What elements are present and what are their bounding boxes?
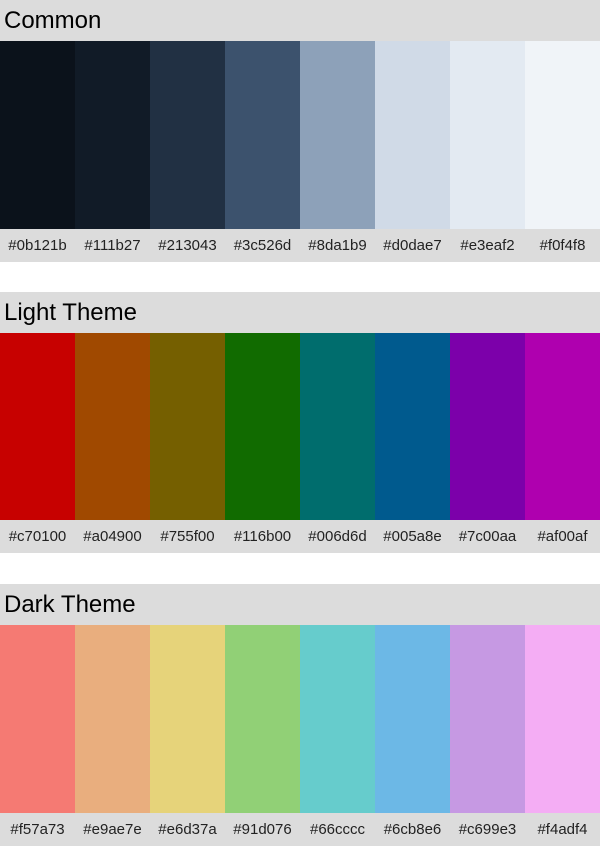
swatch-hex-label: #66cccc xyxy=(300,813,375,846)
color-swatch: #66cccc xyxy=(300,625,375,846)
swatch-row: #0b121b #111b27 #213043 #3c526d #8da1b9 … xyxy=(0,41,600,262)
color-swatch: #8da1b9 xyxy=(300,41,375,262)
color-swatch: #213043 xyxy=(150,41,225,262)
swatch-color xyxy=(375,333,450,520)
color-swatch: #005a8e xyxy=(375,333,450,553)
color-swatch: #006d6d xyxy=(300,333,375,553)
swatch-color xyxy=(150,625,225,813)
swatch-color xyxy=(450,41,525,229)
swatch-color xyxy=(150,41,225,229)
color-swatch: #6cb8e6 xyxy=(375,625,450,846)
palette-common: Common #0b121b #111b27 #213043 #3c526d #… xyxy=(0,0,600,262)
color-swatch: #f57a73 xyxy=(0,625,75,846)
swatch-color xyxy=(450,333,525,520)
swatch-color xyxy=(300,41,375,229)
color-swatch: #e3eaf2 xyxy=(450,41,525,262)
color-swatch: #d0dae7 xyxy=(375,41,450,262)
palette-title: Light Theme xyxy=(0,292,600,333)
swatch-hex-label: #0b121b xyxy=(0,229,75,262)
swatch-hex-label: #e6d37a xyxy=(150,813,225,846)
color-swatch: #f0f4f8 xyxy=(525,41,600,262)
swatch-color xyxy=(225,625,300,813)
color-swatch: #0b121b xyxy=(0,41,75,262)
swatch-hex-label: #005a8e xyxy=(375,520,450,553)
swatch-hex-label: #7c00aa xyxy=(450,520,525,553)
color-swatch: #3c526d xyxy=(225,41,300,262)
swatch-hex-label: #116b00 xyxy=(225,520,300,553)
swatch-color xyxy=(525,625,600,813)
color-swatch: #755f00 xyxy=(150,333,225,553)
swatch-color xyxy=(300,625,375,813)
swatch-hex-label: #f57a73 xyxy=(0,813,75,846)
swatch-hex-label: #91d076 xyxy=(225,813,300,846)
swatch-color xyxy=(225,333,300,520)
palette-title: Common xyxy=(0,0,600,41)
swatch-hex-label: #8da1b9 xyxy=(300,229,375,262)
swatch-hex-label: #c70100 xyxy=(0,520,75,553)
swatch-color xyxy=(0,625,75,813)
swatch-color xyxy=(0,41,75,229)
swatch-hex-label: #e3eaf2 xyxy=(450,229,525,262)
color-swatch: #c70100 xyxy=(0,333,75,553)
swatch-hex-label: #a04900 xyxy=(75,520,150,553)
swatch-hex-label: #3c526d xyxy=(225,229,300,262)
color-swatch: #e9ae7e xyxy=(75,625,150,846)
palette-light-theme: Light Theme #c70100 #a04900 #755f00 #116… xyxy=(0,292,600,553)
color-swatch: #116b00 xyxy=(225,333,300,553)
color-swatch: #af00af xyxy=(525,333,600,553)
color-swatch: #c699e3 xyxy=(450,625,525,846)
color-swatch: #a04900 xyxy=(75,333,150,553)
swatch-hex-label: #006d6d xyxy=(300,520,375,553)
swatch-color xyxy=(225,41,300,229)
swatch-row: #f57a73 #e9ae7e #e6d37a #91d076 #66cccc … xyxy=(0,625,600,846)
swatch-hex-label: #f0f4f8 xyxy=(525,229,600,262)
swatch-color xyxy=(75,625,150,813)
swatch-color xyxy=(375,41,450,229)
swatch-color xyxy=(300,333,375,520)
swatch-hex-label: #111b27 xyxy=(75,229,150,262)
color-swatch: #7c00aa xyxy=(450,333,525,553)
swatch-hex-label: #755f00 xyxy=(150,520,225,553)
swatch-hex-label: #f4adf4 xyxy=(525,813,600,846)
swatch-color xyxy=(450,625,525,813)
swatch-color xyxy=(375,625,450,813)
color-swatch: #111b27 xyxy=(75,41,150,262)
color-swatch: #f4adf4 xyxy=(525,625,600,846)
swatch-color xyxy=(525,41,600,229)
swatch-hex-label: #d0dae7 xyxy=(375,229,450,262)
swatch-color xyxy=(75,333,150,520)
swatch-hex-label: #af00af xyxy=(525,520,600,553)
color-swatch: #91d076 xyxy=(225,625,300,846)
swatch-hex-label: #6cb8e6 xyxy=(375,813,450,846)
swatch-color xyxy=(150,333,225,520)
swatch-hex-label: #e9ae7e xyxy=(75,813,150,846)
swatch-color xyxy=(525,333,600,520)
swatch-color xyxy=(0,333,75,520)
swatch-hex-label: #c699e3 xyxy=(450,813,525,846)
swatch-hex-label: #213043 xyxy=(150,229,225,262)
palette-dark-theme: Dark Theme #f57a73 #e9ae7e #e6d37a #91d0… xyxy=(0,584,600,846)
palette-title: Dark Theme xyxy=(0,584,600,625)
swatch-color xyxy=(75,41,150,229)
swatch-row: #c70100 #a04900 #755f00 #116b00 #006d6d … xyxy=(0,333,600,553)
color-swatch: #e6d37a xyxy=(150,625,225,846)
